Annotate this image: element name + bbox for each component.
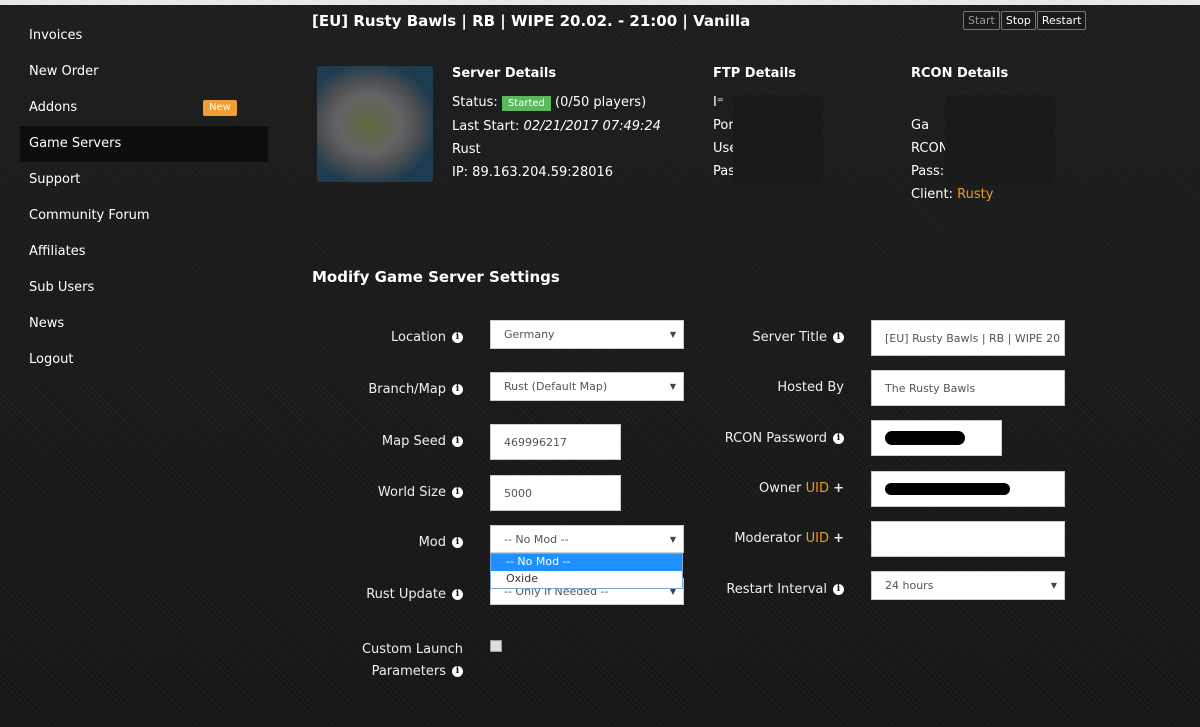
sidebar-item-invoices[interactable]: Invoices (20, 18, 268, 54)
map-seed-input[interactable]: 469996217 (490, 424, 621, 460)
server-title-label: Server Title i (680, 330, 844, 345)
players-count: (0/50 players) (555, 95, 647, 110)
restart-interval-label: Restart Interval i (680, 582, 844, 597)
moderator-uid-input[interactable] (871, 521, 1065, 557)
info-icon[interactable]: i (833, 332, 844, 343)
mod-option-no-mod[interactable]: -- No Mod -- (491, 554, 682, 571)
server-details: Server Details Status: Started (0/50 pla… (452, 66, 661, 184)
ftp-details-heading: FTP Details (713, 66, 797, 81)
redaction (733, 95, 823, 185)
branch-label: Branch/Map i (300, 382, 463, 397)
location-select[interactable]: Germany (490, 320, 684, 349)
hosted-by-label: Hosted By (777, 380, 844, 395)
world-size-input[interactable]: 5000 (490, 475, 621, 511)
mod-option-oxide[interactable]: Oxide (491, 571, 682, 588)
sidebar-item-new-order[interactable]: New Order (20, 54, 268, 90)
sidebar-item-affiliates[interactable]: Affiliates (20, 234, 268, 270)
sidebar-item-community-forum[interactable]: Community Forum (20, 198, 268, 234)
page-title: [EU] Rusty Bawls | RB | WIPE 20.02. - 21… (312, 12, 751, 30)
info-icon[interactable]: i (452, 589, 463, 600)
restart-interval-select[interactable]: 24 hours (871, 571, 1065, 600)
rcon-password-input[interactable] (871, 420, 1002, 456)
map-seed-label: Map Seed i (300, 434, 463, 449)
browser-top-strip (0, 0, 1200, 5)
hosted-by-input[interactable]: The Rusty Bawls (871, 370, 1065, 406)
server-ip: IP: 89.163.204.59:28016 (452, 165, 614, 180)
redaction (885, 431, 965, 445)
rcon-details-heading: RCON Details (911, 66, 1009, 81)
sidebar-item-sub-users[interactable]: Sub Users (20, 270, 268, 306)
rcon-password-label: RCON Password i (680, 431, 844, 446)
game-name: Rust (452, 142, 481, 157)
rust-update-label: Rust Update i (300, 587, 463, 602)
info-icon[interactable]: i (452, 332, 463, 343)
server-controls: Start Stop Restart (963, 11, 1087, 30)
sidebar-item-game-servers[interactable]: Game Servers (20, 126, 268, 162)
client-link[interactable]: Rusty (957, 187, 993, 202)
last-start-label: Last Start: (452, 119, 520, 134)
new-badge: New (203, 100, 237, 116)
sidebar-item-support[interactable]: Support (20, 162, 268, 198)
info-icon[interactable]: i (833, 584, 844, 595)
info-icon[interactable]: i (452, 537, 463, 548)
plus-icon[interactable]: + (833, 481, 844, 496)
start-button[interactable]: Start (963, 11, 1000, 30)
last-start-value: 02/21/2017 07:49:24 (523, 119, 661, 134)
world-size-label: World Size i (300, 485, 463, 500)
owner-uid-input[interactable] (871, 471, 1065, 507)
moderator-label: Moderator UID + (734, 531, 844, 546)
redaction (885, 483, 1010, 495)
branch-select[interactable]: Rust (Default Map) (490, 372, 684, 401)
info-icon[interactable]: i (452, 487, 463, 498)
mod-select[interactable]: -- No Mod -- (490, 525, 684, 553)
info-icon[interactable]: i (452, 384, 463, 395)
info-icon[interactable]: i (452, 436, 463, 447)
custom-launch-checkbox[interactable] (490, 640, 502, 652)
map-thumbnail (317, 66, 433, 182)
owner-label: Owner UID + (759, 481, 844, 496)
custom-launch-label: Custom Launch Parameters i (361, 642, 463, 679)
info-icon[interactable]: i (833, 433, 844, 444)
settings-heading: Modify Game Server Settings (312, 268, 560, 286)
status-label: Status: (452, 95, 498, 110)
stop-button[interactable]: Stop (1000, 11, 1036, 30)
restart-button[interactable]: Restart (1036, 11, 1087, 30)
mod-label: Mod i (300, 535, 463, 550)
location-label: Location i (300, 330, 463, 345)
redaction (945, 95, 1055, 185)
plus-icon[interactable]: + (833, 531, 844, 546)
sidebar-item-label: Addons (29, 100, 78, 115)
sidebar-item-addons[interactable]: Addons New (20, 90, 268, 126)
status-badge: Started (501, 96, 551, 111)
mod-dropdown-list: -- No Mod -- Oxide (490, 553, 683, 589)
sidebar: Invoices New Order Addons New Game Server… (20, 18, 268, 378)
info-icon[interactable]: i (452, 666, 463, 677)
sidebar-item-logout[interactable]: Logout (20, 342, 268, 378)
server-details-heading: Server Details (452, 66, 557, 81)
client-label: Client: (911, 187, 954, 202)
server-title-input[interactable]: [EU] Rusty Bawls | RB | WIPE 20 (871, 320, 1065, 356)
sidebar-item-news[interactable]: News (20, 306, 268, 342)
